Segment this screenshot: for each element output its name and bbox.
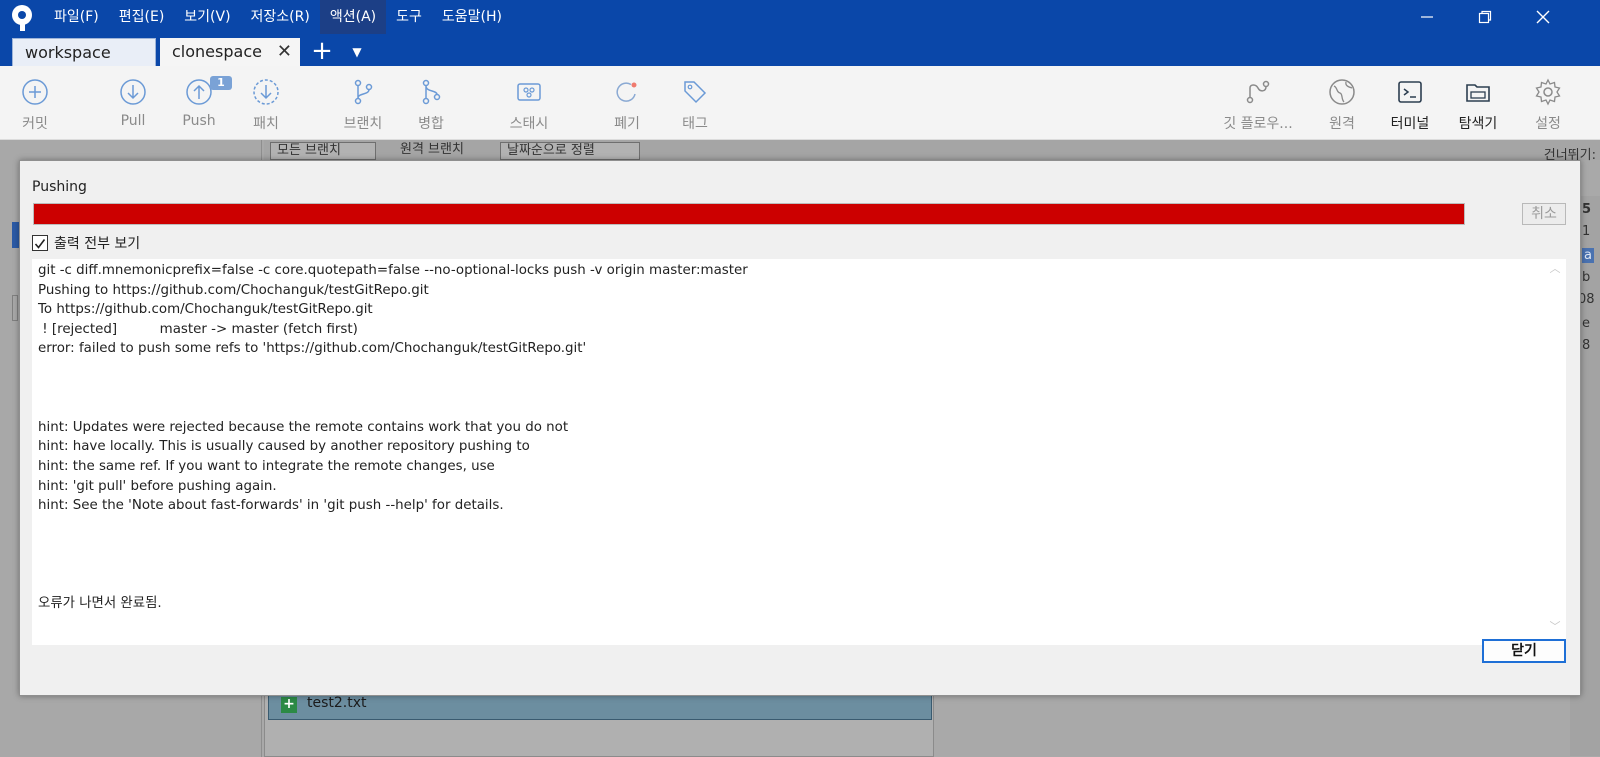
branch-filter-select[interactable]: 모든 브랜치: [270, 142, 376, 160]
title-bar: 파일(F) 편집(E) 보기(V) 저장소(R) 액션(A) 도구 도움말(H)…: [0, 0, 1600, 66]
scroll-up-chevron-icon[interactable]: ︿: [1548, 263, 1562, 275]
checkbox-checked-icon: [32, 235, 48, 251]
toolbar: 커밋 Pull Push 1 패치 브랜치 병합 스태시 폐기 태그 깃 플로우…: [0, 66, 1600, 140]
menu-actions[interactable]: 액션(A): [319, 0, 387, 34]
terminal-button[interactable]: 터미널: [1375, 66, 1445, 140]
menu-view[interactable]: 보기(V): [174, 0, 240, 34]
remote-button[interactable]: 원격: [1307, 66, 1377, 140]
pull-button[interactable]: Pull: [98, 66, 168, 140]
git-flow-button[interactable]: 깃 플로우...: [1218, 66, 1298, 140]
file-name: test2.txt: [307, 695, 367, 711]
stash-label: 스태시: [509, 116, 549, 132]
remote-branches-checkbox-label[interactable]: 원격 브랜치: [394, 142, 490, 160]
push-label: Push: [182, 113, 216, 129]
pull-arrow-down-icon: [120, 79, 146, 105]
sidebar-selected-marker: [12, 222, 19, 248]
patch-label: 패치: [253, 116, 279, 132]
progress-bar: [33, 203, 1465, 225]
scroll-down-chevron-icon[interactable]: ﹀: [1548, 621, 1562, 633]
tab-label: workspace: [25, 43, 111, 62]
tab-close-icon[interactable]: ✕: [277, 38, 292, 66]
git-flow-label: 깃 플로우...: [1223, 116, 1293, 132]
commit-button[interactable]: 커밋: [0, 66, 70, 140]
new-tab-plus-icon[interactable]: +: [306, 38, 338, 66]
minimize-button[interactable]: [1398, 0, 1456, 34]
discard-label: 폐기: [614, 116, 640, 132]
tab-list-chevron-down-icon[interactable]: ▼: [344, 38, 370, 66]
discard-button[interactable]: 폐기: [592, 66, 662, 140]
tag-icon: [684, 81, 707, 104]
menu-bar: 파일(F) 편집(E) 보기(V) 저장소(R) 액션(A) 도구 도움말(H): [44, 0, 512, 34]
discard-refresh-icon: [616, 82, 637, 102]
tab-workspace[interactable]: workspace: [12, 38, 156, 66]
tab-label: clonespace: [172, 42, 262, 61]
cancel-button[interactable]: 취소: [1522, 203, 1566, 225]
dialog-title: Pushing: [32, 179, 87, 195]
file-added-plus-icon: +: [281, 697, 297, 713]
progress-fill: [34, 204, 1464, 224]
remote-globe-icon: [1329, 79, 1355, 105]
tag-button[interactable]: 태그: [660, 66, 730, 140]
restore-icon: [1478, 10, 1492, 24]
terminal-label: 터미널: [1390, 116, 1430, 132]
explorer-button[interactable]: 탐색기: [1443, 66, 1513, 140]
stash-icon: [517, 83, 541, 101]
tag-label: 태그: [682, 116, 708, 132]
remote-label: 원격: [1329, 116, 1355, 132]
commit-label: 커밋: [22, 116, 48, 132]
output-log-text: git -c diff.mnemonicprefix=false -c core…: [38, 263, 748, 612]
merge-button[interactable]: 병합: [396, 66, 466, 140]
hash-fragment: 5: [1582, 202, 1592, 217]
push-count-badge: 1: [210, 76, 232, 90]
stash-button[interactable]: 스태시: [494, 66, 564, 140]
menu-tools[interactable]: 도구: [386, 0, 432, 34]
tab-clonespace[interactable]: clonespace ✕: [160, 38, 300, 66]
branch-button[interactable]: 브랜치: [328, 66, 398, 140]
show-full-output-label: 출력 전부 보기: [54, 236, 141, 252]
commit-plus-icon: [22, 79, 48, 105]
sourcetree-logo-icon: [10, 4, 36, 32]
menu-edit[interactable]: 편집(E): [109, 0, 175, 34]
patch-icon: [253, 79, 279, 105]
close-icon: [1536, 10, 1550, 24]
history-filter-bar: 모든 브랜치 원격 브랜치 날짜순으로 정렬 건너뛰기:: [264, 140, 1600, 163]
branch-icon: [354, 79, 373, 105]
merge-icon: [422, 79, 441, 105]
close-dialog-button[interactable]: 닫기: [1482, 639, 1566, 663]
hash-fragment: 1: [1582, 224, 1591, 239]
settings-button[interactable]: 설정: [1513, 66, 1583, 140]
explorer-label: 탐색기: [1458, 116, 1498, 132]
hash-fragment: b: [1582, 270, 1591, 285]
menu-help[interactable]: 도움말(H): [432, 0, 512, 34]
minimize-icon: [1421, 16, 1433, 18]
gear-icon: [1535, 78, 1561, 106]
sidebar-field: [12, 295, 18, 321]
explorer-folder-icon: [1466, 84, 1490, 102]
pull-label: Pull: [120, 113, 146, 129]
restore-button[interactable]: [1456, 0, 1514, 34]
hash-fragment: e: [1582, 316, 1590, 331]
merge-label: 병합: [418, 116, 444, 132]
branch-label: 브랜치: [343, 116, 383, 132]
hash-fragment: 8: [1582, 338, 1591, 353]
output-log[interactable]: git -c diff.mnemonicprefix=false -c core…: [32, 259, 1566, 645]
menu-file[interactable]: 파일(F): [44, 0, 109, 34]
patch-button[interactable]: 패치: [231, 66, 301, 140]
settings-label: 설정: [1535, 116, 1561, 132]
close-window-button[interactable]: [1514, 0, 1572, 34]
hash-fragment-selected: a: [1582, 248, 1594, 263]
push-arrow-up-icon: [186, 79, 212, 105]
menu-repository[interactable]: 저장소(R): [241, 0, 320, 34]
push-progress-dialog: Pushing 취소 출력 전부 보기 git -c diff.mnemonic…: [19, 160, 1581, 696]
git-flow-icon: [1246, 80, 1270, 104]
sort-order-select[interactable]: 날짜순으로 정렬: [500, 142, 640, 160]
terminal-icon: [1398, 81, 1422, 103]
show-full-output-checkbox[interactable]: 출력 전부 보기: [32, 233, 140, 253]
